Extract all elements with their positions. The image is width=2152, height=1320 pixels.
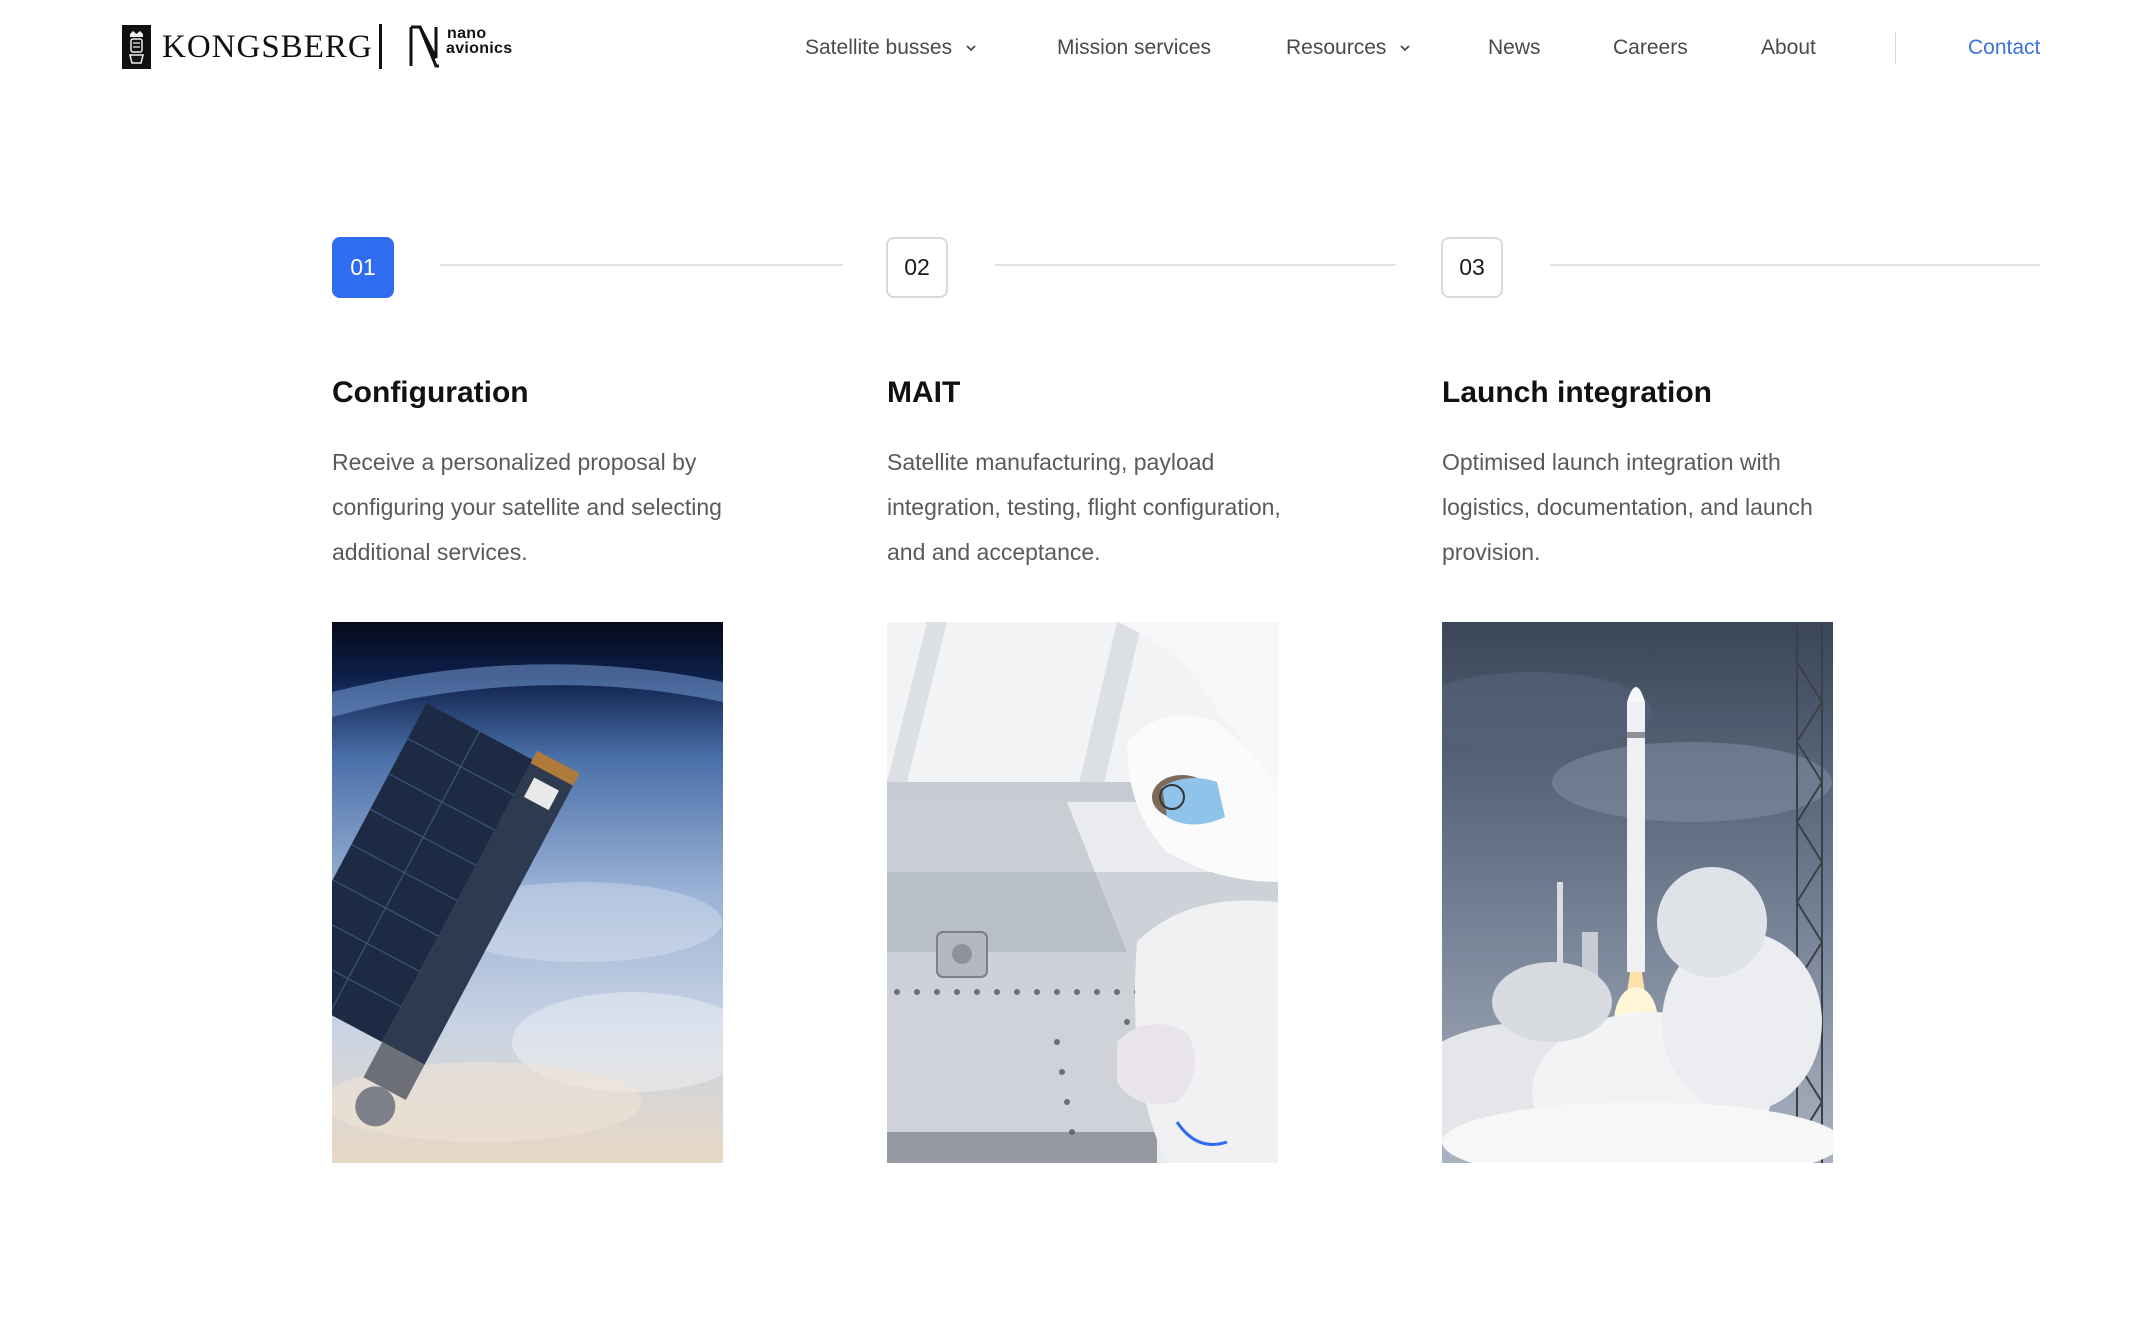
step-description: Optimised launch integration with logist…	[1442, 449, 1813, 565]
main-nav: Satellite busses Mission services Resour…	[0, 34, 2152, 64]
satellite-orbit-image	[332, 622, 723, 1163]
step-title: MAIT	[887, 376, 961, 409]
step-title: Launch integration	[1442, 376, 1712, 409]
step-title: Configuration	[332, 376, 529, 409]
step-description: Receive a personalized proposal by confi…	[332, 449, 722, 565]
step-progress-line	[1550, 264, 2040, 266]
nav-item-about[interactable]: About	[1761, 34, 1816, 62]
nav-item-satellite-busses[interactable]: Satellite busses	[805, 34, 978, 62]
chevron-down-icon	[1400, 45, 1411, 52]
step-number-badge[interactable]: 02	[886, 237, 948, 298]
step-description: Satellite manufacturing, payload integra…	[887, 449, 1281, 565]
site-header: KONGSBERG nano avionics Satellite busses…	[0, 0, 2152, 95]
nav-divider	[1895, 32, 1896, 64]
nav-item-careers[interactable]: Careers	[1613, 34, 1688, 62]
cleanroom-engineer-image	[887, 622, 1278, 1163]
nav-item-resources[interactable]: Resources	[1286, 34, 1412, 62]
step-number-badge[interactable]: 03	[1441, 237, 1503, 298]
nav-contact-link[interactable]: Contact	[1968, 34, 2040, 62]
step-progress-line	[440, 264, 843, 266]
nav-item-news[interactable]: News	[1488, 34, 1541, 62]
step-number-badge[interactable]: 01	[332, 237, 394, 298]
rocket-launch-image	[1442, 622, 1833, 1163]
nav-item-mission-services[interactable]: Mission services	[1057, 34, 1211, 62]
step-progress-line	[995, 264, 1396, 266]
chevron-down-icon	[966, 45, 976, 52]
